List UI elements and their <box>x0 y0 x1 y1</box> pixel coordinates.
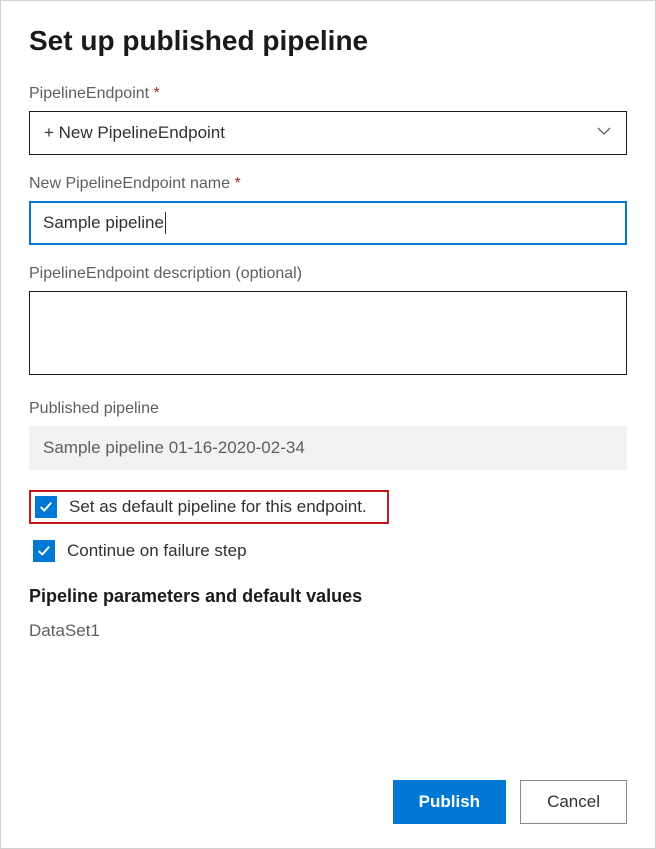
dialog-title: Set up published pipeline <box>29 25 627 57</box>
new-name-field: New PipelineEndpoint name * Sample pipel… <box>29 175 627 245</box>
continue-failure-checkbox[interactable] <box>33 540 55 562</box>
check-icon <box>39 500 53 514</box>
pipeline-endpoint-select[interactable]: + New PipelineEndpoint <box>29 111 627 155</box>
check-icon <box>37 544 51 558</box>
description-input[interactable] <box>29 291 627 375</box>
continue-failure-row: Continue on failure step <box>29 536 627 566</box>
pipeline-endpoint-label: PipelineEndpoint * <box>29 85 627 103</box>
publish-button[interactable]: Publish <box>393 780 506 824</box>
set-default-row: Set as default pipeline for this endpoin… <box>29 490 389 524</box>
published-pipeline-label: Published pipeline <box>29 400 627 418</box>
chevron-down-icon <box>596 123 612 144</box>
new-name-label: New PipelineEndpoint name * <box>29 175 627 193</box>
set-default-checkbox[interactable] <box>35 496 57 518</box>
cancel-button[interactable]: Cancel <box>520 780 627 824</box>
text-caret <box>165 212 166 234</box>
new-name-input[interactable]: Sample pipeline <box>29 201 627 245</box>
pipeline-endpoint-field: PipelineEndpoint * + New PipelineEndpoin… <box>29 85 627 155</box>
parameters-header: Pipeline parameters and default values <box>29 586 627 607</box>
continue-failure-label: Continue on failure step <box>67 541 247 561</box>
parameter-name: DataSet1 <box>29 621 627 641</box>
dialog-footer: Publish Cancel <box>393 780 627 824</box>
description-field: PipelineEndpoint description (optional) <box>29 265 627 380</box>
set-default-label: Set as default pipeline for this endpoin… <box>69 497 367 517</box>
published-pipeline-value: Sample pipeline 01-16-2020-02-34 <box>29 426 627 470</box>
pipeline-endpoint-value: + New PipelineEndpoint <box>44 123 225 143</box>
description-label: PipelineEndpoint description (optional) <box>29 265 627 283</box>
published-pipeline-field: Published pipeline Sample pipeline 01-16… <box>29 400 627 470</box>
